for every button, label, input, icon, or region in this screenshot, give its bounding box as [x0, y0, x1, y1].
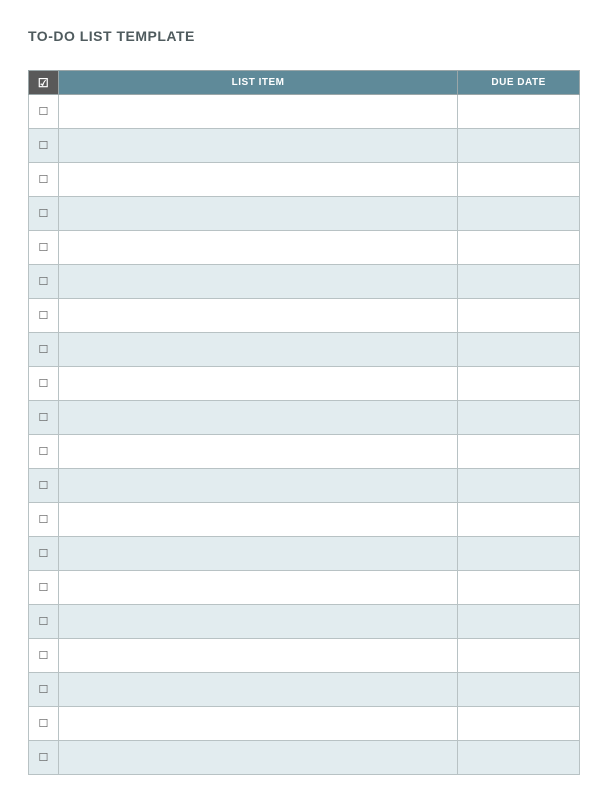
- due-date-cell[interactable]: [458, 401, 580, 435]
- checkbox-cell[interactable]: ☐: [29, 163, 59, 197]
- table-row: ☐: [29, 333, 580, 367]
- checkbox-cell[interactable]: ☐: [29, 707, 59, 741]
- table-row: ☐: [29, 197, 580, 231]
- item-cell[interactable]: [58, 469, 457, 503]
- checkbox-cell[interactable]: ☐: [29, 571, 59, 605]
- checkbox-cell[interactable]: ☐: [29, 673, 59, 707]
- due-date-cell[interactable]: [458, 639, 580, 673]
- table-row: ☐: [29, 367, 580, 401]
- table-row: ☐: [29, 299, 580, 333]
- table-row: ☐: [29, 605, 580, 639]
- due-date-cell[interactable]: [458, 435, 580, 469]
- todo-table: ☑ LIST ITEM DUE DATE ☐☐☐☐☐☐☐☐☐☐☐☐☐☐☐☐☐☐☐…: [28, 70, 580, 775]
- item-cell[interactable]: [58, 503, 457, 537]
- item-cell[interactable]: [58, 129, 457, 163]
- item-cell[interactable]: [58, 605, 457, 639]
- item-cell[interactable]: [58, 231, 457, 265]
- due-date-cell[interactable]: [458, 333, 580, 367]
- header-item: LIST ITEM: [58, 71, 457, 95]
- table-row: ☐: [29, 435, 580, 469]
- table-row: ☐: [29, 163, 580, 197]
- due-date-cell[interactable]: [458, 231, 580, 265]
- table-row: ☐: [29, 231, 580, 265]
- item-cell[interactable]: [58, 401, 457, 435]
- table-row: ☐: [29, 639, 580, 673]
- checkbox-cell[interactable]: ☐: [29, 367, 59, 401]
- checkbox-cell[interactable]: ☐: [29, 469, 59, 503]
- checkbox-cell[interactable]: ☐: [29, 231, 59, 265]
- checkbox-cell[interactable]: ☐: [29, 265, 59, 299]
- due-date-cell[interactable]: [458, 571, 580, 605]
- item-cell[interactable]: [58, 571, 457, 605]
- checkbox-cell[interactable]: ☐: [29, 299, 59, 333]
- item-cell[interactable]: [58, 265, 457, 299]
- header-date: DUE DATE: [458, 71, 580, 95]
- due-date-cell[interactable]: [458, 129, 580, 163]
- item-cell[interactable]: [58, 197, 457, 231]
- table-row: ☐: [29, 571, 580, 605]
- table-row: ☐: [29, 707, 580, 741]
- checkbox-cell[interactable]: ☐: [29, 95, 59, 129]
- page-title: TO-DO LIST TEMPLATE: [28, 28, 581, 44]
- due-date-cell[interactable]: [458, 265, 580, 299]
- table-row: ☐: [29, 129, 580, 163]
- table-row: ☐: [29, 741, 580, 775]
- checkbox-cell[interactable]: ☐: [29, 605, 59, 639]
- checkbox-cell[interactable]: ☐: [29, 197, 59, 231]
- due-date-cell[interactable]: [458, 95, 580, 129]
- checkbox-cell[interactable]: ☐: [29, 401, 59, 435]
- item-cell[interactable]: [58, 367, 457, 401]
- due-date-cell[interactable]: [458, 367, 580, 401]
- item-cell[interactable]: [58, 333, 457, 367]
- due-date-cell[interactable]: [458, 741, 580, 775]
- checkbox-cell[interactable]: ☐: [29, 435, 59, 469]
- checkbox-cell[interactable]: ☐: [29, 503, 59, 537]
- checkbox-cell[interactable]: ☐: [29, 639, 59, 673]
- table-row: ☐: [29, 537, 580, 571]
- table-row: ☐: [29, 673, 580, 707]
- due-date-cell[interactable]: [458, 163, 580, 197]
- due-date-cell[interactable]: [458, 469, 580, 503]
- due-date-cell[interactable]: [458, 503, 580, 537]
- checkbox-cell[interactable]: ☐: [29, 537, 59, 571]
- header-check: ☑: [29, 71, 59, 95]
- item-cell[interactable]: [58, 299, 457, 333]
- item-cell[interactable]: [58, 95, 457, 129]
- due-date-cell[interactable]: [458, 299, 580, 333]
- checkbox-cell[interactable]: ☐: [29, 129, 59, 163]
- item-cell[interactable]: [58, 707, 457, 741]
- table-row: ☐: [29, 469, 580, 503]
- checkbox-cell[interactable]: ☐: [29, 333, 59, 367]
- due-date-cell[interactable]: [458, 707, 580, 741]
- item-cell[interactable]: [58, 639, 457, 673]
- due-date-cell[interactable]: [458, 673, 580, 707]
- item-cell[interactable]: [58, 741, 457, 775]
- due-date-cell[interactable]: [458, 197, 580, 231]
- item-cell[interactable]: [58, 537, 457, 571]
- table-row: ☐: [29, 265, 580, 299]
- checkbox-cell[interactable]: ☐: [29, 741, 59, 775]
- item-cell[interactable]: [58, 435, 457, 469]
- table-row: ☐: [29, 95, 580, 129]
- due-date-cell[interactable]: [458, 605, 580, 639]
- table-row: ☐: [29, 503, 580, 537]
- table-header-row: ☑ LIST ITEM DUE DATE: [29, 71, 580, 95]
- item-cell[interactable]: [58, 673, 457, 707]
- item-cell[interactable]: [58, 163, 457, 197]
- table-row: ☐: [29, 401, 580, 435]
- due-date-cell[interactable]: [458, 537, 580, 571]
